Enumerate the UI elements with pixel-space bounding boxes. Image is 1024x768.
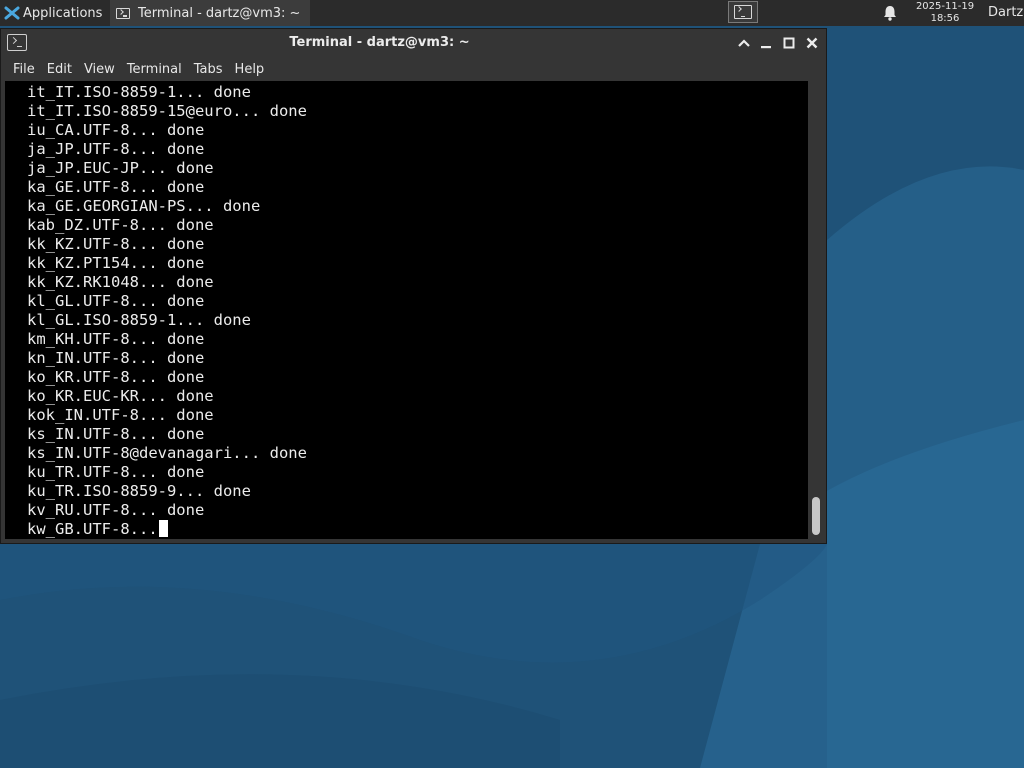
terminal-current-text: kw_GB.UTF-8... [27, 520, 158, 538]
bell-icon[interactable] [881, 4, 899, 22]
applications-menu-button[interactable]: Applications [0, 0, 108, 26]
terminal-launcher-button[interactable] [728, 1, 758, 23]
terminal-line: ku_TR.UTF-8... done [27, 463, 205, 481]
terminal-scrollbar[interactable] [808, 81, 824, 539]
window-menubar: File Edit View Terminal Tabs Help [1, 57, 826, 81]
terminal-line: km_KH.UTF-8... done [27, 330, 205, 348]
terminal-line: kab_DZ.UTF-8... done [27, 216, 214, 234]
terminal-line: ka_GE.UTF-8... done [27, 178, 205, 196]
menu-file[interactable]: File [7, 57, 41, 81]
terminal-line: ku_TR.ISO-8859-9... done [27, 482, 251, 500]
window-titlebar[interactable]: Terminal - dartz@vm3: ~ [1, 29, 826, 57]
menu-terminal[interactable]: Terminal [121, 57, 188, 81]
terminal-line: ks_IN.UTF-8@devanagari... done [27, 444, 307, 462]
user-menu-button[interactable]: Dartz [988, 0, 1023, 26]
terminal-line: kk_KZ.UTF-8... done [27, 235, 205, 253]
terminal-cursor [158, 520, 168, 537]
terminal-line: ja_JP.UTF-8... done [27, 140, 205, 158]
terminal-icon [116, 7, 130, 19]
chevron-up-icon[interactable] [736, 35, 752, 51]
terminal-line: kv_RU.UTF-8... done [27, 501, 205, 519]
scrollbar-thumb[interactable] [812, 497, 820, 535]
terminal-line: ka_GE.GEORGIAN-PS... done [27, 197, 261, 215]
terminal-line: kl_GL.UTF-8... done [27, 292, 205, 310]
terminal-line: iu_CA.UTF-8... done [27, 121, 205, 139]
close-icon[interactable] [804, 35, 820, 51]
terminal-line: ja_JP.EUC-JP... done [27, 159, 214, 177]
applications-label: Applications [23, 5, 103, 21]
menu-help[interactable]: Help [229, 57, 271, 81]
terminal-line: kok_IN.UTF-8... done [27, 406, 214, 424]
terminal-lines: it_IT.ISO-8859-1... done it_IT.ISO-8859-… [27, 83, 307, 539]
clock-time: 18:56 [930, 13, 960, 24]
terminal-output[interactable]: it_IT.ISO-8859-1... done it_IT.ISO-8859-… [5, 81, 808, 539]
menu-tabs[interactable]: Tabs [188, 57, 229, 81]
window-title: Terminal - dartz@vm3: ~ [289, 35, 470, 50]
taskbar-terminal-button[interactable]: Terminal - dartz@vm3: ~ [110, 0, 310, 26]
panel-clock[interactable]: 2025-11-19 18:56 [905, 0, 985, 26]
maximize-icon[interactable] [781, 35, 797, 51]
terminal-line: kn_IN.UTF-8... done [27, 349, 205, 367]
minimize-icon[interactable] [758, 35, 774, 51]
menu-edit[interactable]: Edit [41, 57, 78, 81]
xfce-logo-icon [4, 6, 20, 20]
terminal-line-current: kw_GB.UTF-8... [27, 520, 307, 539]
terminal-line: kk_KZ.RK1048... done [27, 273, 214, 291]
clock-date: 2025-11-19 [915, 1, 975, 12]
terminal-line: it_IT.ISO-8859-1... done [27, 83, 251, 101]
terminal-icon [734, 5, 752, 19]
terminal-line: ko_KR.EUC-KR... done [27, 387, 214, 405]
menu-view[interactable]: View [78, 57, 121, 81]
top-panel: Applications Terminal - dartz@vm3: ~ 202… [0, 0, 1024, 26]
terminal-window: Terminal - dartz@vm3: ~ File Edit View T… [0, 28, 827, 544]
terminal-line: ks_IN.UTF-8... done [27, 425, 205, 443]
terminal-line: kl_GL.ISO-8859-1... done [27, 311, 251, 329]
taskbar-terminal-label: Terminal - dartz@vm3: ~ [138, 5, 301, 21]
terminal-line: ko_KR.UTF-8... done [27, 368, 205, 386]
terminal-line: it_IT.ISO-8859-15@euro... done [27, 102, 307, 120]
terminal-line: kk_KZ.PT154... done [27, 254, 205, 272]
